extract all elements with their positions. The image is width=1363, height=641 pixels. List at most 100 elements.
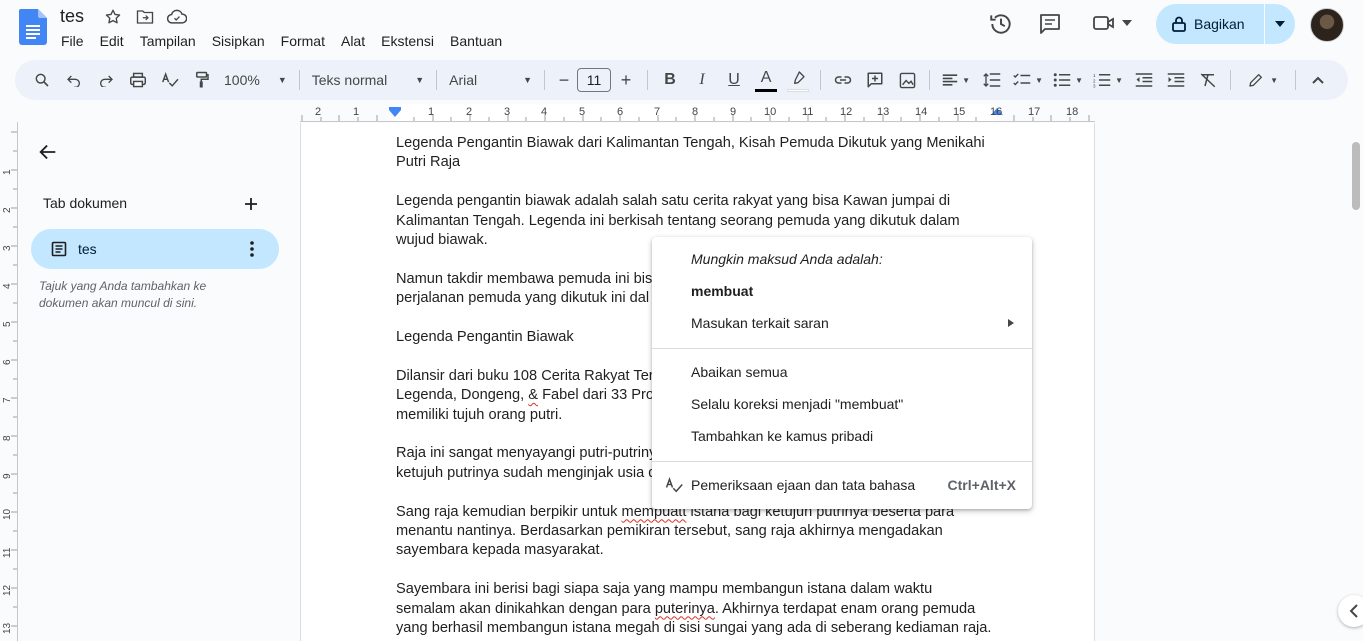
menu-view[interactable]: Tampilan [132, 31, 204, 51]
collapse-menus-icon[interactable] [1302, 66, 1334, 94]
menu-edit[interactable]: Edit [92, 31, 132, 51]
paragraph-style-dropdown[interactable]: Teks normal ▼ [306, 66, 430, 94]
docs-logo-icon[interactable] [19, 9, 47, 45]
body-line: Putri Raja [396, 154, 461, 171]
numbered-list-dropdown[interactable]: 123 ▼ [1088, 66, 1128, 94]
body-line: Sayembara ini berisi bagi siapa saja yan… [396, 581, 933, 598]
ruler-number: 2 [315, 106, 322, 118]
document-tab-item[interactable] [31, 229, 279, 269]
text-run: Fabel dari 33 Pro [538, 387, 655, 404]
toolbar-divider [298, 70, 300, 90]
insert-link-icon[interactable] [827, 66, 859, 94]
ruler-number: 10 [2, 508, 13, 520]
suggestion-item[interactable]: membuat [691, 283, 753, 299]
insert-image-icon[interactable] [891, 66, 923, 94]
ruler-number: 10 [764, 106, 777, 118]
spellcheck-icon[interactable] [154, 66, 186, 94]
ruler-number: 12 [2, 584, 13, 596]
menu-help[interactable]: Bantuan [442, 31, 510, 51]
spellcheck-grammar-item[interactable]: Pemeriksaan ejaan dan tata bahasa [691, 477, 915, 493]
increase-font-size-button[interactable]: + [611, 66, 641, 94]
ruler-number: 2 [2, 207, 13, 213]
move-folder-icon[interactable] [134, 8, 156, 26]
italic-button[interactable]: I [686, 66, 718, 94]
decrease-indent-icon[interactable] [1128, 66, 1160, 94]
ruler-number: 7 [654, 106, 661, 118]
star-icon[interactable] [102, 8, 124, 26]
add-to-dictionary-item[interactable]: Tambahkan ke kamus pribadi [691, 428, 873, 444]
bulleted-list-dropdown[interactable]: ▼ [1048, 66, 1088, 94]
underline-button[interactable]: U [718, 66, 750, 94]
font-size-input[interactable]: 11 [577, 68, 612, 92]
font-family-dropdown[interactable]: Arial ▼ [443, 66, 538, 94]
ruler-number: 4 [2, 283, 13, 289]
checklist-dropdown[interactable]: ▼ [1008, 66, 1048, 94]
body-line: semalam akan dinikahkan dengan para pute… [396, 600, 1006, 619]
account-avatar[interactable] [1310, 8, 1344, 42]
toolbar-divider [436, 70, 438, 90]
ruler-number: 6 [2, 359, 13, 365]
caret-down-icon: ▼ [277, 75, 287, 85]
vertical-ruler[interactable]: 1 2 3 4 5 6 7 8 9 10 11 12 13 [0, 122, 18, 641]
back-arrow-icon[interactable] [37, 141, 59, 163]
caret-down-icon: ▼ [1035, 75, 1044, 85]
body-line: Legenda Pengantin Biawak dari Kalimantan… [396, 135, 985, 151]
suggestion-feedback-item[interactable]: Masukan terkait saran [691, 315, 829, 331]
meet-button[interactable] [1092, 12, 1132, 34]
document-tabs-heading: Tab dokumen [43, 195, 128, 211]
cloud-saved-icon[interactable] [166, 8, 188, 26]
text-color-button[interactable]: A [750, 66, 782, 94]
lock-icon [1172, 16, 1186, 32]
scrollbar-thumb[interactable] [1352, 142, 1360, 210]
toolbar-divider [544, 70, 546, 90]
line-spacing-icon[interactable] [976, 66, 1008, 94]
add-comment-icon[interactable] [859, 66, 891, 94]
chevron-down-icon [1275, 21, 1285, 27]
search-menus-icon[interactable] [26, 66, 58, 94]
ignore-all-item[interactable]: Abaikan semua [691, 364, 788, 380]
ruler-number: 7 [2, 397, 13, 403]
document-icon [51, 241, 67, 257]
clear-formatting-icon[interactable] [1192, 66, 1224, 94]
ruler-number: 1 [428, 106, 435, 118]
print-icon[interactable] [122, 66, 154, 94]
share-button[interactable]: Bagikan [1156, 4, 1264, 44]
document-title[interactable]: tes [60, 6, 84, 27]
bulleted-list-icon [1053, 72, 1071, 88]
ruler-number: 9 [2, 473, 13, 479]
menu-extensions[interactable]: Ekstensi [373, 31, 442, 51]
undo-icon[interactable] [58, 66, 90, 94]
align-dropdown[interactable]: ▼ [936, 66, 976, 94]
highlight-color-button[interactable] [782, 66, 814, 94]
comments-icon[interactable] [1038, 12, 1062, 36]
menu-tools[interactable]: Alat [333, 31, 373, 51]
ruler-number: 17 [1028, 106, 1041, 118]
caret-down-icon: ▼ [1075, 75, 1084, 85]
redo-icon[interactable] [90, 66, 122, 94]
version-history-icon[interactable] [988, 11, 1014, 37]
menu-format[interactable]: Format [273, 31, 333, 51]
svg-text:1: 1 [1093, 73, 1096, 78]
misspelled-word[interactable]: puterinya [655, 601, 715, 617]
always-correct-item[interactable]: Selalu koreksi menjadi "membuat" [691, 396, 903, 412]
caret-down-icon: ▼ [1115, 75, 1124, 85]
add-tab-icon[interactable] [243, 193, 259, 212]
bold-button[interactable]: B [654, 66, 686, 94]
menu-file[interactable]: File [53, 31, 92, 51]
body-line: sayembara kepada masyarakat. [396, 542, 604, 559]
text-run: Sang raja kemudian berpikir untuk [396, 503, 622, 520]
menu-insert[interactable]: Sisipkan [204, 31, 273, 51]
paint-format-icon[interactable] [186, 66, 218, 94]
side-panel-toggle-button[interactable] [1338, 595, 1363, 627]
grammar-flagged-word[interactable]: & [528, 387, 538, 403]
zoom-dropdown[interactable]: 100% ▼ [218, 66, 293, 94]
increase-indent-icon[interactable] [1160, 66, 1192, 94]
more-options-icon[interactable] [244, 240, 260, 258]
text-color-swatch [755, 89, 778, 92]
menu-divider [652, 461, 1032, 462]
editing-mode-dropdown[interactable]: ▼ [1237, 66, 1289, 94]
decrease-font-size-button[interactable]: − [551, 66, 577, 94]
menu-bar: File Edit Tampilan Sisipkan Format Alat … [53, 31, 510, 51]
caret-down-icon: ▼ [962, 75, 971, 85]
caret-down-icon: ▼ [523, 75, 533, 85]
